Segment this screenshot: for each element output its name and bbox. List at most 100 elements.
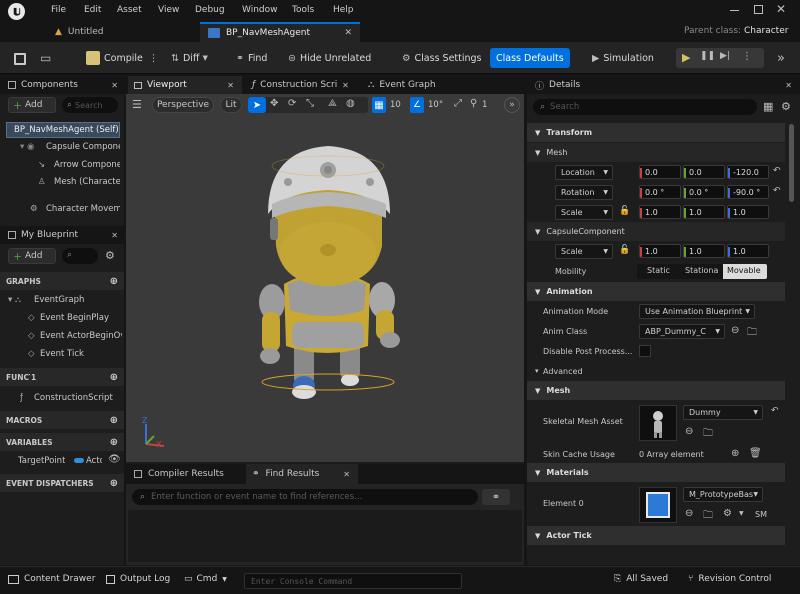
use-selected-icon[interactable]: ⊖ bbox=[731, 325, 739, 336]
event-actorbeginoverlap-item[interactable]: Event ActorBeginOverlap bbox=[40, 331, 122, 341]
perspective-button[interactable]: Perspective bbox=[152, 97, 214, 113]
variable-targetpoint-item[interactable]: TargetPoint bbox=[18, 456, 65, 466]
add-function-icon[interactable]: ⊕ bbox=[110, 372, 118, 383]
mobility-stationary-option[interactable]: Stationary bbox=[685, 266, 719, 275]
chevron-down-icon[interactable]: ▼ bbox=[739, 510, 744, 517]
find-button[interactable]: ⚭ Find bbox=[232, 48, 271, 68]
event-dispatchers-section[interactable]: EVENT DISPATCHERS ⊕ bbox=[0, 474, 124, 492]
scale-x-field[interactable]: 1.0 bbox=[639, 205, 681, 219]
hide-unrelated-button[interactable]: ⊜ Hide Unrelated bbox=[284, 48, 375, 68]
my-blueprint-search-input[interactable]: ⌕ bbox=[62, 248, 98, 264]
my-blueprint-add-button[interactable]: ＋ Add bbox=[8, 248, 56, 264]
mobility-static-option[interactable]: Static bbox=[647, 266, 670, 275]
tab-construction-script[interactable]: ƒ Construction Script ✕ bbox=[248, 76, 358, 94]
details-scrollbar[interactable] bbox=[789, 124, 794, 202]
variables-section[interactable]: VARIABLES ⊕ bbox=[0, 433, 124, 451]
lit-button[interactable]: Lit bbox=[220, 97, 242, 113]
macros-section[interactable]: MACROS ⊕ bbox=[0, 411, 124, 429]
close-panel-icon[interactable]: ✕ bbox=[785, 81, 792, 90]
mesh-category[interactable]: ▼ Mesh bbox=[527, 381, 785, 400]
event-graph-item[interactable]: EventGraph bbox=[34, 295, 84, 305]
add-macro-icon[interactable]: ⊕ bbox=[110, 415, 118, 426]
tab-find-results[interactable]: ⚭ Find Results ✕ bbox=[246, 464, 358, 484]
class-defaults-button[interactable]: Class Defaults bbox=[490, 48, 570, 68]
minimize-icon[interactable] bbox=[730, 10, 739, 11]
revision-control-button[interactable]: ⑂ Revision Control bbox=[688, 574, 771, 584]
settings-gear-icon[interactable]: ⚙ bbox=[781, 100, 791, 113]
lock-icon[interactable]: 🔓 bbox=[619, 245, 630, 255]
tab-viewport[interactable]: Viewport ✕ bbox=[128, 76, 242, 94]
components-add-button[interactable]: ＋ Add bbox=[8, 97, 56, 113]
angle-snap-icon[interactable]: ∠ bbox=[410, 97, 424, 113]
capsule-scale-dropdown[interactable]: Scale ▼ bbox=[555, 244, 613, 259]
rotation-x-field[interactable]: 0.0 ° bbox=[639, 185, 681, 199]
rotation-y-field[interactable]: 0.0 ° bbox=[683, 185, 725, 199]
tab-event-graph[interactable]: ⛬ Event Graph bbox=[364, 76, 474, 94]
all-saved-button[interactable]: ⎘ All Saved bbox=[614, 574, 668, 584]
capsule-scale-z-field[interactable]: 1.0 bbox=[727, 244, 769, 258]
close-tab-icon[interactable]: ✕ bbox=[342, 81, 349, 90]
use-selected-icon[interactable]: ⊖ bbox=[685, 508, 693, 519]
expand-toolbar-icon[interactable]: » bbox=[777, 51, 785, 66]
scale-dropdown[interactable]: Scale ▼ bbox=[555, 205, 613, 220]
lock-icon[interactable]: 🔓 bbox=[619, 206, 630, 216]
add-variable-icon[interactable]: ⊕ bbox=[110, 437, 118, 448]
skip-icon[interactable]: ▶| bbox=[720, 51, 730, 61]
settings-gear-icon[interactable]: ⚙ bbox=[105, 249, 115, 262]
event-tick-item[interactable]: Event Tick bbox=[40, 349, 122, 359]
close-tab-icon[interactable]: ✕ bbox=[227, 81, 234, 90]
viewport-canvas[interactable]: ☰ Perspective Lit ➤ ✥ ⟳ ⤡ ⟁ ◍ ▦ 10 ∠ 10°… bbox=[126, 94, 524, 462]
content-drawer-button[interactable]: Content Drawer bbox=[8, 574, 95, 584]
material-thumbnail[interactable] bbox=[639, 487, 677, 523]
eye-icon[interactable]: 👁 bbox=[108, 454, 121, 465]
components-search-input[interactable]: ⌕ Search bbox=[62, 97, 118, 113]
rotate-icon[interactable]: ⟳ bbox=[288, 98, 296, 109]
find-references-input[interactable]: ⌕ Enter function or event name to find r… bbox=[132, 489, 478, 505]
browse-folder-icon[interactable]: 🗀 bbox=[747, 325, 757, 342]
diff-button[interactable]: ⇅ Diff ▼ bbox=[167, 48, 212, 68]
play-icon[interactable]: ▶ bbox=[682, 51, 690, 64]
rotation-dropdown[interactable]: Rotation ▼ bbox=[555, 185, 613, 200]
reset-to-default-icon[interactable]: ↶ bbox=[771, 406, 779, 416]
world-local-icon[interactable]: ◍ bbox=[346, 98, 355, 109]
materials-category[interactable]: ▼ Materials bbox=[527, 463, 785, 482]
skeletal-mesh-thumbnail[interactable] bbox=[639, 405, 677, 441]
close-window-icon[interactable]: ✕ bbox=[776, 2, 786, 16]
functions-section[interactable]: FUNCTIONS1 ⊕ bbox=[0, 368, 124, 386]
parent-class-link[interactable]: Character bbox=[744, 26, 788, 36]
translate-icon[interactable]: ✥ bbox=[270, 98, 278, 109]
pause-icon[interactable]: ❚❚ bbox=[700, 51, 715, 61]
browse-folder-icon[interactable]: 🗀 bbox=[703, 508, 713, 525]
menu-edit[interactable]: Edit bbox=[84, 5, 101, 15]
location-x-field[interactable]: 0.0 bbox=[639, 165, 681, 179]
unreal-logo-icon[interactable] bbox=[8, 3, 25, 20]
menu-tools[interactable]: Tools bbox=[292, 5, 314, 15]
debug-options-icon[interactable]: ⋮ bbox=[742, 51, 752, 62]
simulation-button[interactable]: ▶ Simulation bbox=[588, 48, 658, 68]
hamburger-menu-icon[interactable]: ☰ bbox=[132, 98, 142, 111]
component-movement-label[interactable]: Character Movement bbox=[46, 204, 120, 214]
actor-tick-category[interactable]: ▼ Actor Tick bbox=[527, 526, 785, 545]
transform-category[interactable]: ▼ Transform bbox=[527, 123, 785, 142]
details-search-input[interactable]: ⌕ Search bbox=[533, 99, 757, 115]
tab-compiler-results[interactable]: Compiler Results bbox=[128, 464, 246, 484]
reset-to-default-icon[interactable]: ↶ bbox=[773, 166, 781, 176]
cmd-dropdown[interactable]: ▭ Cmd ▼ bbox=[184, 574, 227, 584]
construction-script-item[interactable]: ConstructionScript bbox=[34, 393, 113, 403]
anim-class-dropdown[interactable]: ABP_Dummy_C ▼ bbox=[639, 324, 725, 339]
scale-z-field[interactable]: 1.0 bbox=[727, 205, 769, 219]
location-dropdown[interactable]: Location ▼ bbox=[555, 165, 613, 180]
scale-y-field[interactable]: 1.0 bbox=[683, 205, 725, 219]
scale-icon[interactable]: ⤡ bbox=[306, 98, 314, 109]
viewport-options-icon[interactable]: » bbox=[504, 97, 520, 113]
component-capsule-label[interactable]: Capsule Component bbox=[46, 142, 120, 152]
close-tab-icon[interactable]: ✕ bbox=[344, 28, 352, 38]
output-log-button[interactable]: Output Log bbox=[106, 574, 170, 584]
add-dispatcher-icon[interactable]: ⊕ bbox=[110, 478, 118, 489]
console-command-input[interactable]: Enter Console Command bbox=[244, 573, 462, 589]
location-y-field[interactable]: 0.0 bbox=[683, 165, 725, 179]
location-z-field[interactable]: -120.0 bbox=[727, 165, 769, 179]
component-mesh-label[interactable]: Mesh (CharacterMesh0) bbox=[54, 177, 120, 187]
graphs-section[interactable]: GRAPHS ⊕ bbox=[0, 272, 124, 290]
use-selected-icon[interactable]: ⊖ bbox=[685, 426, 693, 437]
